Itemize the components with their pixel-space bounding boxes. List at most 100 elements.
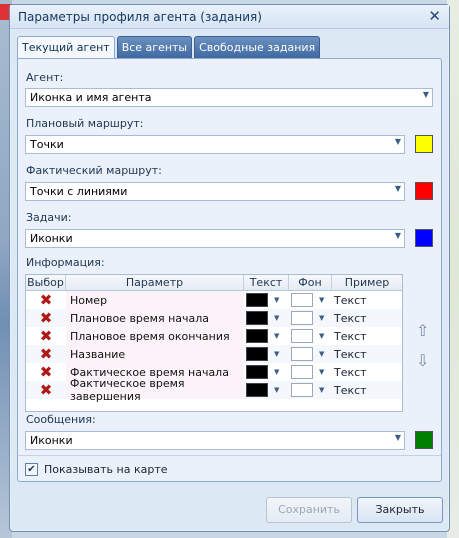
sample-text: Текст xyxy=(334,365,367,379)
text-color-picker[interactable]: ▼ xyxy=(244,363,289,381)
close-button[interactable]: Закрыть xyxy=(357,497,443,523)
text-color-picker[interactable]: ▼ xyxy=(244,309,289,327)
chevron-down-icon: ▼ xyxy=(394,184,401,193)
messages-color[interactable] xyxy=(415,431,433,449)
text-color-swatch xyxy=(246,383,268,397)
chevron-down-icon: ▼ xyxy=(319,386,325,394)
chevron-down-icon: ▼ xyxy=(394,137,401,146)
param-name: Плановое время окончания xyxy=(66,327,244,345)
planned-route-value: Точки xyxy=(30,138,64,151)
bg-color-swatch xyxy=(291,383,313,397)
text-color-swatch xyxy=(246,347,268,361)
tab-current-agent[interactable]: Текущий агент xyxy=(17,36,115,59)
bg-color-swatch xyxy=(291,311,313,325)
bg-color-picker[interactable]: ▼ xyxy=(289,327,332,345)
planned-route-color[interactable] xyxy=(415,135,433,153)
arrow-up-icon[interactable]: ⇧ xyxy=(416,321,429,340)
bg-color-swatch xyxy=(291,365,313,379)
bg-color-picker[interactable]: ▼ xyxy=(289,363,332,381)
chevron-down-icon: ▼ xyxy=(274,314,280,322)
chevron-down-icon: ▼ xyxy=(319,332,325,340)
arrow-down-icon[interactable]: ⇩ xyxy=(416,351,429,370)
save-button[interactable]: Сохранить xyxy=(266,497,352,523)
chevron-down-icon: ▼ xyxy=(319,368,325,376)
x-icon[interactable]: ✖ xyxy=(26,363,66,381)
text-color-swatch xyxy=(246,311,268,325)
agent-select-value: Иконка и имя агента xyxy=(30,91,152,104)
chevron-down-icon: ▼ xyxy=(274,368,280,376)
messages-label: Сообщения: xyxy=(26,413,96,426)
chevron-down-icon: ▼ xyxy=(274,296,280,304)
bg-color-swatch xyxy=(291,347,313,361)
x-icon[interactable]: ✖ xyxy=(26,291,66,309)
param-name: Фактическое время завершения xyxy=(66,377,244,403)
agent-label: Агент: xyxy=(26,71,64,84)
bg-color-picker[interactable]: ▼ xyxy=(289,309,332,327)
show-on-map-row[interactable]: ✔ Показывать на карте xyxy=(25,463,168,476)
messages-value: Иконки xyxy=(30,434,73,447)
x-icon[interactable]: ✖ xyxy=(26,327,66,345)
actual-route-select[interactable]: Точки с линиями ▼ xyxy=(25,182,405,201)
table-row[interactable]: ✖ Плановое время окончания ▼ ▼ Текст xyxy=(26,327,402,345)
table-row[interactable]: ✖ Плановое время начала ▼ ▼ Текст xyxy=(26,309,402,327)
table-row[interactable]: ✖ Номер ▼ ▼ Текст xyxy=(26,291,402,309)
text-color-picker[interactable]: ▼ xyxy=(244,381,289,399)
bg-color-swatch xyxy=(291,329,313,343)
chevron-down-icon: ▼ xyxy=(422,90,429,99)
tasks-select[interactable]: Иконки ▼ xyxy=(25,229,405,248)
tasks-color[interactable] xyxy=(415,229,433,247)
info-table: Выбор Параметр Текст Фон Пример ✖ Номер ▼ ▼… xyxy=(25,274,403,412)
text-color-picker[interactable]: ▼ xyxy=(244,327,289,345)
param-name: Номер xyxy=(66,291,244,309)
text-color-swatch xyxy=(246,329,268,343)
chevron-down-icon: ▼ xyxy=(319,296,325,304)
titlebar: Параметры профиля агента (задания) ✕ xyxy=(10,5,449,29)
actual-route-color[interactable] xyxy=(415,182,433,200)
chevron-down-icon: ▼ xyxy=(274,350,280,358)
sample-text: Текст xyxy=(334,383,367,397)
col-header-param[interactable]: Параметр xyxy=(66,275,244,290)
chevron-down-icon: ▼ xyxy=(274,386,280,394)
col-header-text[interactable]: Текст xyxy=(244,275,289,290)
tasks-label: Задачи: xyxy=(26,211,72,224)
bg-color-picker[interactable]: ▼ xyxy=(289,381,332,399)
bg-color-picker[interactable]: ▼ xyxy=(289,291,332,309)
x-icon[interactable]: ✖ xyxy=(26,381,66,399)
messages-select[interactable]: Иконки ▼ xyxy=(25,431,405,450)
agent-select[interactable]: Иконка и имя агента ▼ xyxy=(25,88,433,107)
bg-color-swatch xyxy=(291,293,313,307)
info-label: Информация: xyxy=(26,256,105,269)
planned-route-select[interactable]: Точки ▼ xyxy=(25,135,405,154)
text-color-swatch xyxy=(246,365,268,379)
sample-text: Текст xyxy=(334,293,367,307)
tab-strip: Текущий агент Все агенты Свободные задан… xyxy=(17,36,321,59)
show-on-map-checkbox[interactable]: ✔ xyxy=(25,463,38,476)
sample-text: Текст xyxy=(334,347,367,361)
param-name: Плановое время начала xyxy=(66,309,244,327)
actual-route-label: Фактический маршрут: xyxy=(26,164,162,177)
chevron-down-icon: ▼ xyxy=(319,350,325,358)
x-icon[interactable]: ✖ xyxy=(26,309,66,327)
col-header-bg[interactable]: Фон xyxy=(289,275,332,290)
param-name: Название xyxy=(66,345,244,363)
tab-panel: Агент: Иконка и имя агента ▼ Плановый ма… xyxy=(17,58,442,482)
tasks-value: Иконки xyxy=(30,232,73,245)
col-header-sample[interactable]: Пример xyxy=(332,275,402,290)
text-color-swatch xyxy=(246,293,268,307)
chevron-down-icon: ▼ xyxy=(319,314,325,322)
x-icon[interactable]: ✖ xyxy=(26,345,66,363)
bg-color-picker[interactable]: ▼ xyxy=(289,345,332,363)
actual-route-value: Точки с линиями xyxy=(30,185,128,198)
col-header-select[interactable]: Выбор xyxy=(26,275,66,290)
tab-free-tasks[interactable]: Свободные задания xyxy=(194,36,321,58)
table-row[interactable]: ✖ Фактическое время завершения ▼ ▼ Текст xyxy=(26,377,402,403)
tab-all-agents[interactable]: Все агенты xyxy=(116,36,193,58)
close-icon[interactable]: ✕ xyxy=(428,7,441,25)
chevron-down-icon: ▼ xyxy=(394,433,401,442)
agent-profile-dialog: Параметры профиля агента (задания) ✕ Тек… xyxy=(9,4,450,532)
sample-text: Текст xyxy=(334,329,367,343)
info-table-body: ✖ Номер ▼ ▼ Текст ✖ Плановое время начала ▼ ▼ Тек… xyxy=(26,291,402,403)
table-row[interactable]: ✖ Название ▼ ▼ Текст xyxy=(26,345,402,363)
text-color-picker[interactable]: ▼ xyxy=(244,291,289,309)
text-color-picker[interactable]: ▼ xyxy=(244,345,289,363)
